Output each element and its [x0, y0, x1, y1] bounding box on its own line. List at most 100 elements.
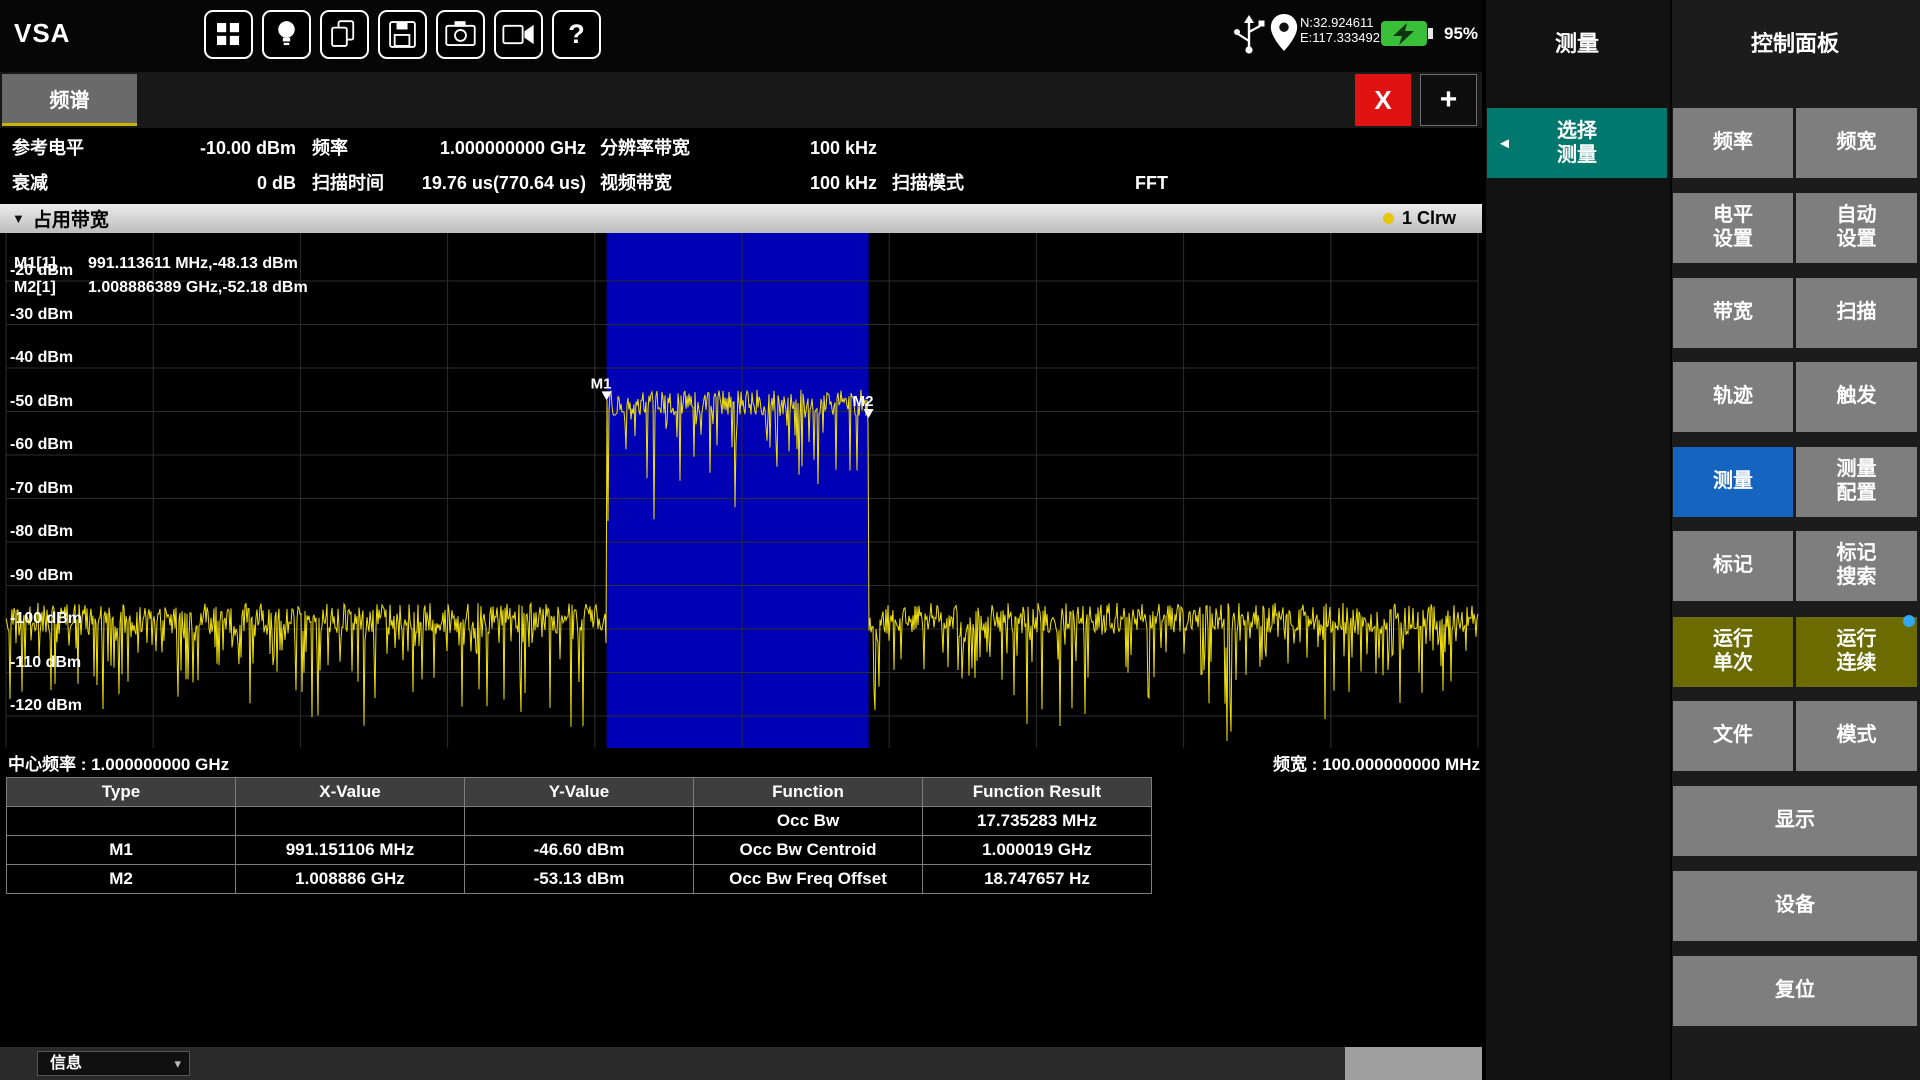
select-measurement-label: 选择 测量 — [1557, 119, 1597, 167]
gps-longitude: E:117.333492 — [1300, 30, 1380, 45]
btn-measure-config[interactable]: 测量 配置 — [1796, 447, 1917, 517]
cell: M1 — [7, 836, 236, 865]
help-icon: ? — [568, 19, 585, 50]
setting-value: 19.76 us(770.64 us) — [390, 167, 586, 199]
marker-value: 1.008886389 GHz,-52.18 dBm — [88, 279, 308, 297]
add-tab-button[interactable]: + — [1420, 74, 1477, 126]
close-tab-button[interactable]: X — [1355, 74, 1411, 126]
active-indicator-dot — [1903, 615, 1915, 627]
record-button[interactable] — [494, 10, 543, 59]
table-row: M2 1.008886 GHz -53.13 dBm Occ Bw Freq O… — [7, 865, 1152, 894]
control-panel-title: 控制面板 — [1670, 26, 1920, 58]
svg-text:M2: M2 — [853, 393, 874, 410]
btn-reset[interactable]: 复位 — [1673, 956, 1917, 1026]
marker-value: 991.113611 MHz,-48.13 dBm — [88, 255, 298, 273]
windows-button[interactable] — [204, 10, 253, 59]
bottom-bar-spacer — [1345, 1047, 1482, 1080]
setting-label: 参考电平 — [12, 132, 84, 164]
setting-label: 分辨率带宽 — [600, 132, 690, 164]
video-record-icon — [496, 10, 541, 59]
table-header-row: Type X-Value Y-Value Function Function R… — [7, 778, 1152, 807]
btn-auto-settings[interactable]: 自动 设置 — [1796, 193, 1917, 263]
left-arrow-icon: ◄ — [1497, 135, 1512, 152]
btn-run-single[interactable]: 运行 单次 — [1673, 617, 1793, 687]
info-dropdown-label: 信息 — [50, 1055, 82, 1072]
cell: Occ Bw Centroid — [694, 836, 923, 865]
vsa-app: VSA — [0, 0, 1920, 1080]
btn-bandwidth[interactable]: 带宽 — [1673, 278, 1793, 348]
trace-label: 1 Clrw — [1402, 208, 1456, 229]
btn-file[interactable]: 文件 — [1673, 701, 1793, 771]
btn-trigger[interactable]: 触发 — [1796, 362, 1917, 432]
spectrum-chart: M1M2 -20 dBm-30 dBm-40 dBm-50 dBm-60 dBm… — [4, 233, 1482, 748]
cell: 991.151106 MHz — [236, 836, 465, 865]
trace-indicator: 1 Clrw — [1383, 208, 1456, 229]
btn-display[interactable]: 显示 — [1673, 786, 1917, 856]
setting-value: 1.000000000 GHz — [390, 132, 586, 164]
btn-level-settings[interactable]: 电平 设置 — [1673, 193, 1793, 263]
col-header-function: Function — [694, 778, 923, 807]
btn-device[interactable]: 设备 — [1673, 871, 1917, 941]
svg-text:M1: M1 — [591, 375, 612, 392]
bulb-button[interactable] — [262, 10, 311, 59]
results-table: Type X-Value Y-Value Function Function R… — [6, 777, 1152, 894]
btn-measure[interactable]: 测量 — [1673, 447, 1793, 517]
btn-marker-search[interactable]: 标记 搜索 — [1796, 531, 1917, 601]
top-bar: VSA — [0, 0, 1482, 72]
setting-label: 频率 — [312, 132, 348, 164]
cell: M2 — [7, 865, 236, 894]
tab-spectrum[interactable]: 频谱 — [2, 74, 137, 126]
setting-label: 扫描时间 — [312, 167, 384, 199]
screenshot-button[interactable] — [436, 10, 485, 59]
gps-latitude: N:32.924611 — [1300, 15, 1380, 30]
marker-readout-m1: M1[1] 991.113611 MHz,-48.13 dBm — [14, 255, 298, 273]
btn-marker[interactable]: 标记 — [1673, 531, 1793, 601]
chart-header-bar: ▼ 占用带宽 1 Clrw — [0, 204, 1482, 233]
col-header-xvalue: X-Value — [236, 778, 465, 807]
cell: -53.13 dBm — [465, 865, 694, 894]
cell: 1.000019 GHz — [923, 836, 1152, 865]
spectrum-plot-svg: M1 M2 — [4, 233, 1482, 748]
setting-label: 扫描模式 — [892, 167, 964, 199]
select-measurement-button[interactable]: ◄ 选择 测量 — [1487, 108, 1667, 178]
btn-frequency[interactable]: 频率 — [1673, 108, 1793, 178]
table-row: Occ Bw 17.735283 MHz — [7, 807, 1152, 836]
cell: Occ Bw Freq Offset — [694, 865, 923, 894]
open-copy-icon — [322, 10, 367, 59]
save-button[interactable] — [378, 10, 427, 59]
battery-percent: 95% — [1444, 24, 1478, 44]
battery-icon — [1380, 19, 1436, 49]
marker-id: M2[1] — [14, 279, 76, 297]
cell: 17.735283 MHz — [923, 807, 1152, 836]
chart-title: 占用带宽 — [33, 205, 109, 232]
measure-panel-title: 测量 — [1484, 26, 1670, 58]
screenshot-camera-icon — [438, 10, 483, 59]
setting-value: 100 kHz — [690, 132, 877, 164]
bottom-bar: 信息 ▾ — [0, 1047, 1482, 1080]
usb-icon — [1230, 14, 1268, 56]
help-button[interactable]: ? — [552, 10, 601, 59]
col-header-function-result: Function Result — [923, 778, 1152, 807]
btn-mode[interactable]: 模式 — [1796, 701, 1917, 771]
cell — [236, 807, 465, 836]
btn-sweep[interactable]: 扫描 — [1796, 278, 1917, 348]
collapse-chart-button[interactable]: ▼ — [12, 211, 25, 226]
setting-value: -10.00 dBm — [120, 132, 296, 164]
center-frequency-label: 中心频率 : 1.000000000 GHz — [8, 750, 229, 775]
trace-color-dot — [1383, 213, 1394, 224]
span-label: 频宽 : 100.000000000 MHz — [900, 750, 1480, 775]
cell — [7, 807, 236, 836]
chevron-down-icon: ▾ — [174, 1052, 181, 1075]
setting-value: 0 dB — [120, 167, 296, 199]
open-button[interactable] — [320, 10, 369, 59]
setting-label: 衰减 — [12, 167, 48, 199]
btn-span[interactable]: 频宽 — [1796, 108, 1917, 178]
cell: 18.747657 Hz — [923, 865, 1152, 894]
cell: 1.008886 GHz — [236, 865, 465, 894]
gps-coordinates: N:32.924611 E:117.333492 — [1300, 15, 1380, 45]
cell: -46.60 dBm — [465, 836, 694, 865]
btn-run-continuous[interactable]: 运行 连续 — [1796, 617, 1917, 687]
btn-trace[interactable]: 轨迹 — [1673, 362, 1793, 432]
info-dropdown[interactable]: 信息 ▾ — [37, 1051, 190, 1076]
app-logo: VSA — [14, 18, 70, 49]
